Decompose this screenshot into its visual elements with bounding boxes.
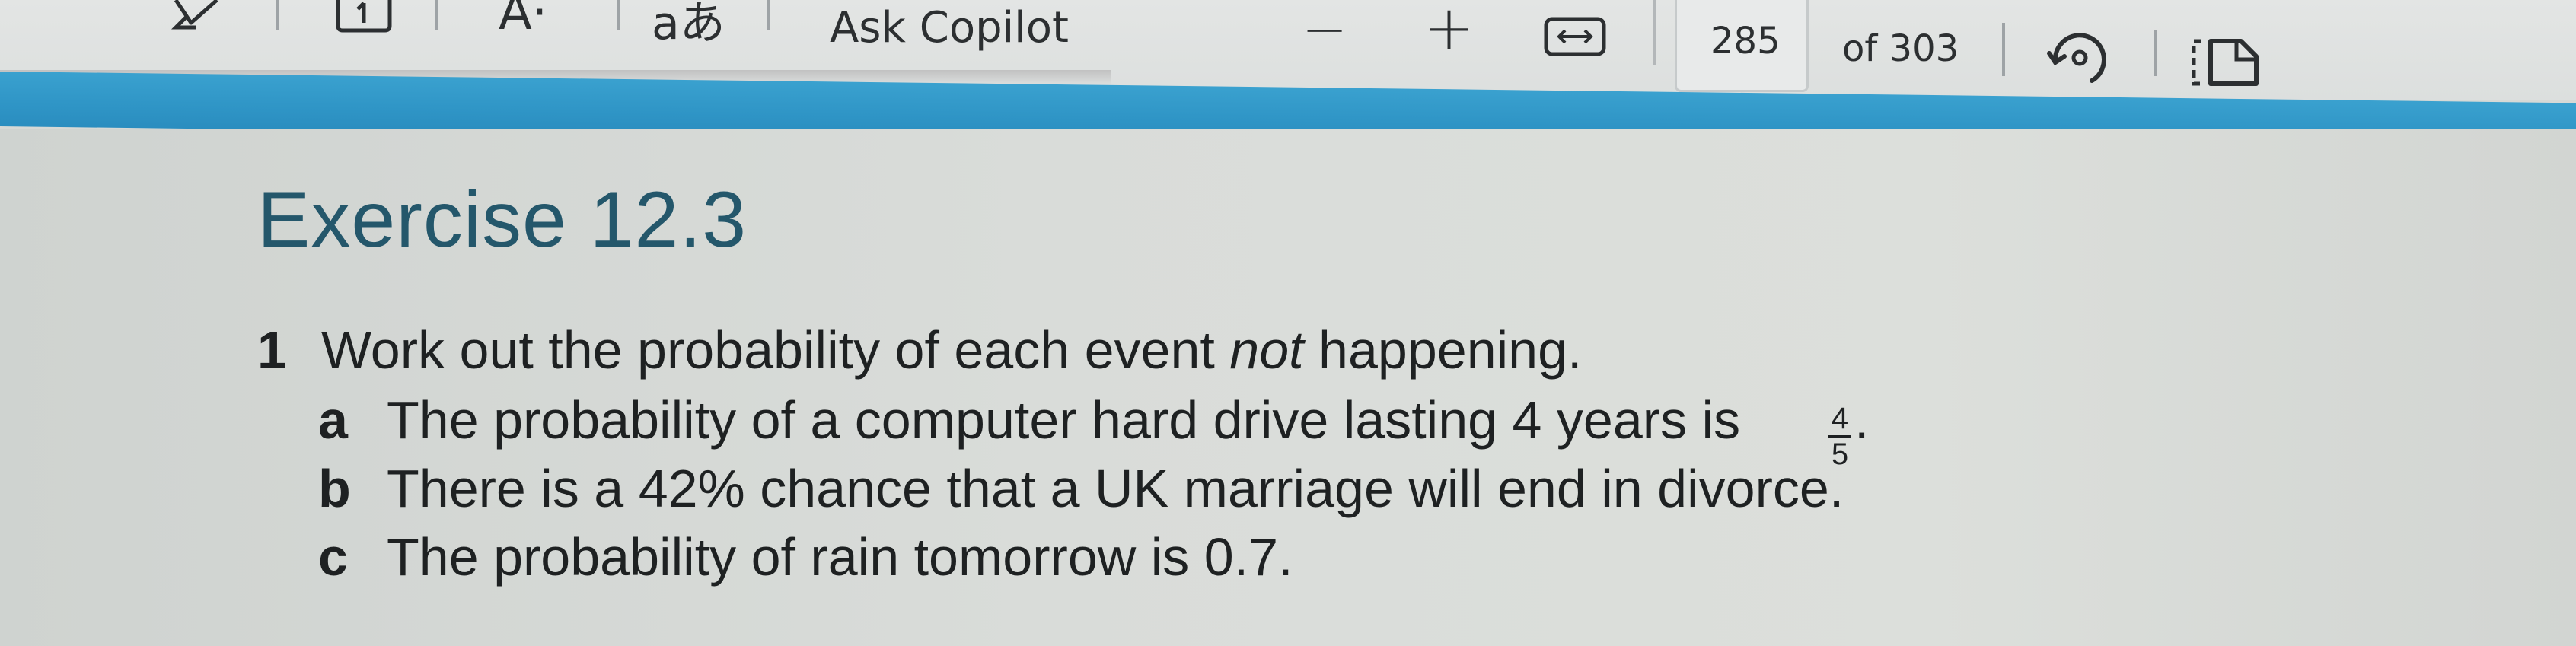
toolbar-divider bbox=[767, 0, 770, 30]
page-number-box[interactable]: 285 bbox=[1675, 0, 1809, 92]
toolbar-divider bbox=[1653, 0, 1656, 65]
part-c-letter: c bbox=[318, 527, 348, 587]
question-text: Work out the probability of each event n… bbox=[321, 320, 1583, 380]
toolbar-divider bbox=[276, 0, 279, 30]
toolbar-divider bbox=[435, 0, 438, 30]
part-a-end: . bbox=[1854, 390, 1870, 450]
page-view-icon[interactable] bbox=[335, 0, 393, 33]
toolbar-divider bbox=[2002, 23, 2005, 76]
question-number: 1 bbox=[257, 320, 287, 380]
question-text-end: happening. bbox=[1303, 320, 1583, 380]
rotate-icon[interactable] bbox=[2046, 27, 2112, 88]
question-text-start: Work out the probability of each event bbox=[321, 320, 1230, 380]
part-a-text: The probability of a computer hard drive… bbox=[387, 390, 1741, 450]
question-text-emphasis: not bbox=[1229, 320, 1304, 380]
toolbar-divider bbox=[2154, 30, 2157, 76]
fit-width-icon[interactable] bbox=[1544, 17, 1606, 56]
translate-icon[interactable]: aあ bbox=[652, 0, 725, 53]
part-b-text: There is a 42% chance that a UK marriage… bbox=[387, 459, 1844, 518]
part-a-letter: a bbox=[318, 390, 348, 450]
read-aloud-icon[interactable]: A· bbox=[499, 0, 547, 41]
current-page-input[interactable]: 285 bbox=[1710, 20, 1781, 62]
draw-icon[interactable] bbox=[171, 0, 225, 30]
toolbar-divider bbox=[617, 0, 620, 30]
zoom-in-button[interactable]: + bbox=[1423, 0, 1475, 63]
part-c-text: The probability of rain tomorrow is 0.7. bbox=[387, 527, 1293, 587]
exercise-title: Exercise 12.3 bbox=[257, 176, 748, 264]
part-b-letter: b bbox=[318, 459, 351, 518]
fraction-numerator: 4 bbox=[1831, 402, 1849, 435]
page-total-label: of 303 bbox=[1842, 27, 1959, 70]
zoom-out-button[interactable]: − bbox=[1302, 0, 1347, 61]
two-page-view-icon[interactable] bbox=[2191, 38, 2261, 87]
ask-copilot-button[interactable]: Ask Copilot bbox=[830, 3, 1069, 53]
